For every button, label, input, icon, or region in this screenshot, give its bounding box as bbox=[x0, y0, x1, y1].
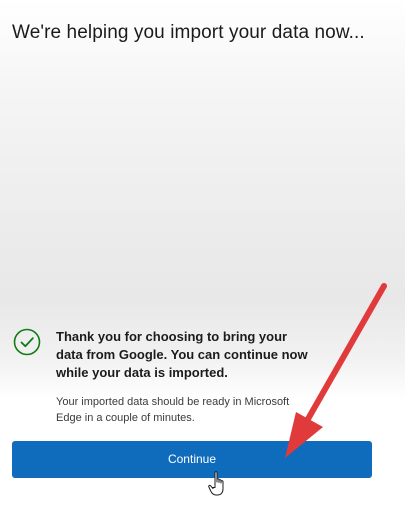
annotation-arrow-icon bbox=[285, 283, 387, 458]
import-status-message: Thank you for choosing to bring your dat… bbox=[56, 328, 316, 426]
status-message: Thank you for choosing to bring your dat… bbox=[56, 329, 308, 380]
continue-button[interactable]: Continue bbox=[12, 441, 372, 478]
import-dialog: We're helping you import your data now..… bbox=[0, 0, 405, 508]
status-note: Your imported data should be ready in Mi… bbox=[56, 396, 290, 424]
page-title: We're helping you import your data now..… bbox=[12, 22, 365, 43]
check-circle-icon bbox=[13, 328, 41, 356]
